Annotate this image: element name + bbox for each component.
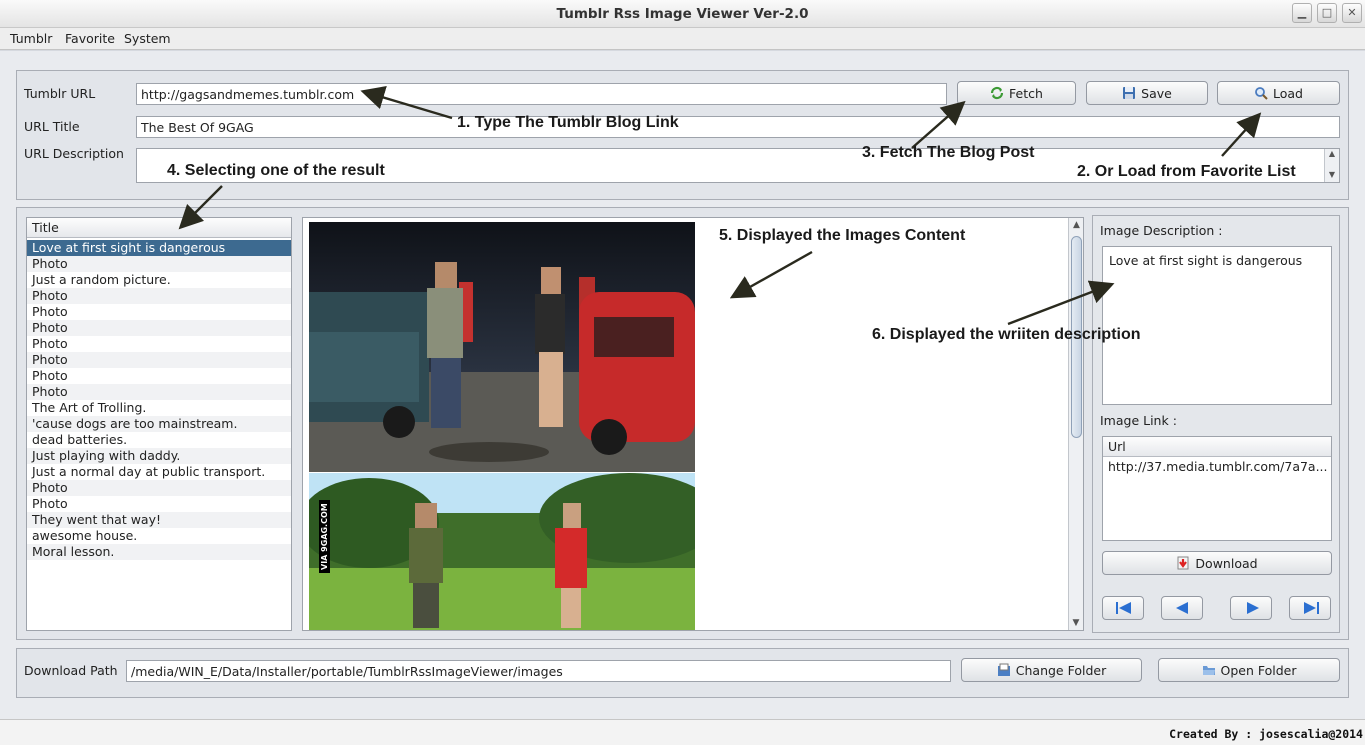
arrow-2: [1221, 112, 1262, 157]
arrow-3: [911, 100, 966, 149]
status-bar: Created By : josescalia@2014: [0, 719, 1365, 745]
annotation-arrows: [178, 86, 1262, 326]
arrow-5: [729, 250, 813, 299]
annotation-3: 3. Fetch The Blog Post: [862, 144, 1035, 161]
annotation-2: 2. Or Load from Favorite List: [1077, 163, 1296, 180]
arrow-1: [360, 86, 453, 120]
credit-text: Created By : josescalia@2014: [1169, 727, 1363, 741]
arrow-6: [1007, 280, 1115, 326]
annotation-5: 5. Displayed the Images Content: [719, 227, 966, 244]
annotation-6: 6. Displayed the wriiten description: [872, 326, 1141, 343]
arrow-4: [178, 185, 223, 230]
annotation-4: 4. Selecting one of the result: [167, 162, 385, 179]
annotation-1: 1. Type The Tumblr Blog Link: [457, 114, 679, 131]
